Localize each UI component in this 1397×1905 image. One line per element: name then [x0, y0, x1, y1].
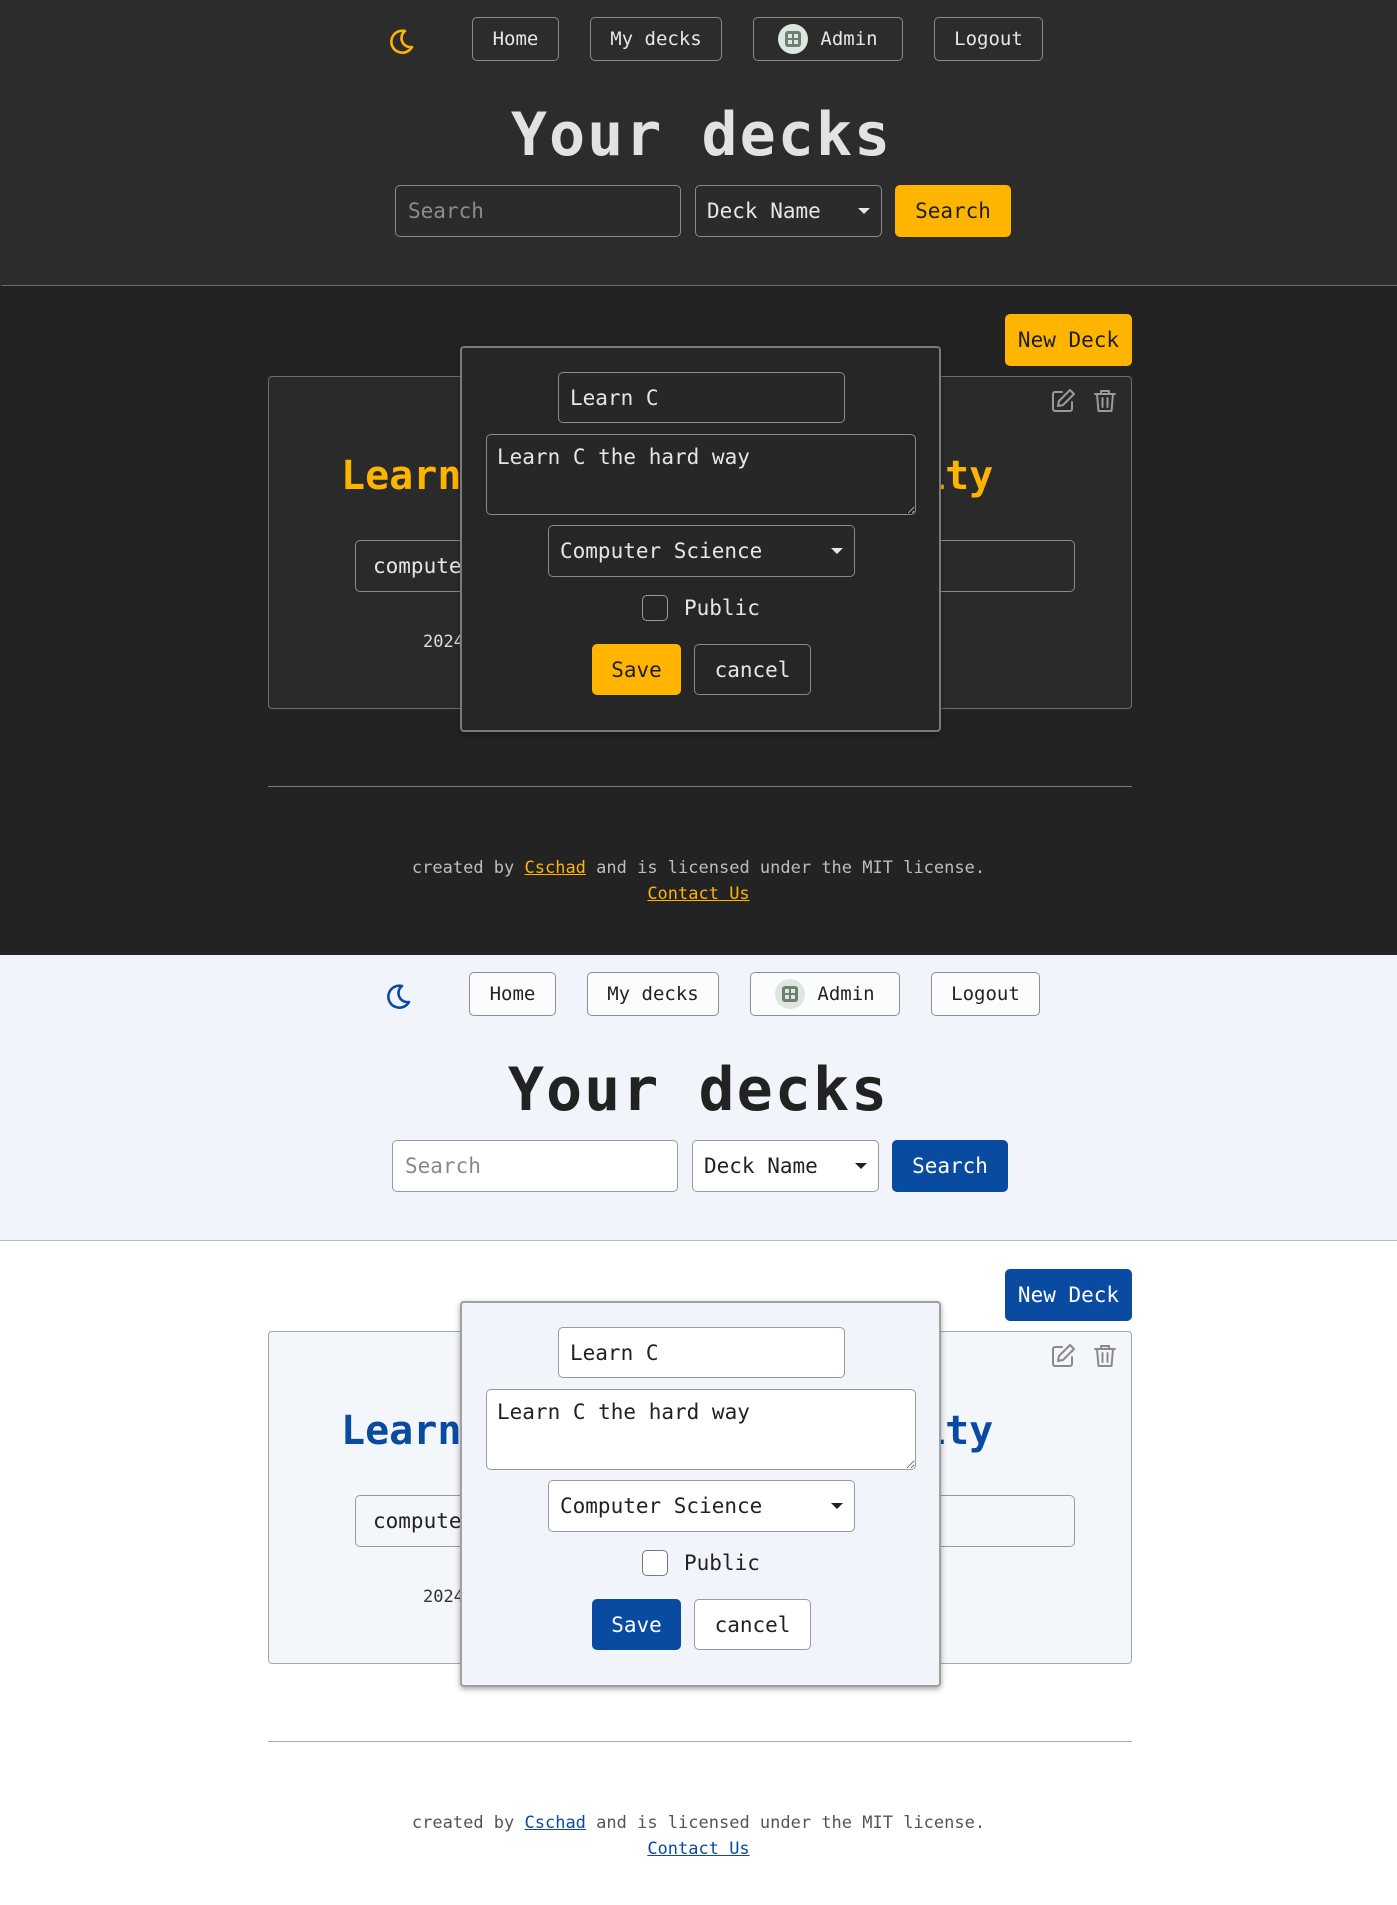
- admin-avatar-icon: [778, 24, 809, 54]
- footer-credit: created by Cschad and is licensed under …: [0, 1813, 1397, 1833]
- footer-suffix: and is licensed under the MIT license.: [585, 1813, 986, 1833]
- edit-deck-modal: Learn C the hard way Computer Science Pu…: [460, 346, 941, 732]
- footer-contact: Contact Us: [0, 884, 1397, 904]
- edit-icon[interactable]: [1049, 387, 1077, 415]
- trash-icon[interactable]: [1091, 387, 1119, 415]
- deck-name-input[interactable]: [558, 1327, 845, 1378]
- sort-select-value: Deck Name: [704, 1154, 818, 1178]
- footer-credit: created by Cschad and is licensed under …: [0, 858, 1397, 878]
- deck-card-date: 2024: [423, 632, 464, 652]
- footer-prefix: created by: [411, 1813, 525, 1833]
- edit-icon[interactable]: [1049, 1342, 1077, 1370]
- dark-theme-view: Home My decks Admin Logout Your decks De…: [0, 0, 1397, 955]
- nav-mydecks-label: My decks: [610, 28, 702, 50]
- sort-select[interactable]: Deck Name: [692, 1140, 879, 1192]
- deck-card-actions: [1049, 387, 1119, 415]
- chevron-down-icon: [831, 1503, 843, 1509]
- chevron-down-icon: [831, 548, 843, 554]
- nav-admin-label: Admin: [820, 28, 878, 50]
- chevron-down-icon: [855, 1163, 867, 1169]
- light-theme-view: Home My decks Admin Logout Your decks De…: [0, 955, 1397, 1905]
- footer-prefix: created by: [411, 858, 525, 878]
- page-title: Your decks: [507, 1055, 890, 1125]
- category-select-value: Computer Science: [560, 539, 763, 563]
- deck-card-date: 2024: [423, 1587, 464, 1607]
- nav-mydecks-button[interactable]: My decks: [590, 17, 722, 61]
- footer-divider: [268, 786, 1132, 787]
- public-checkbox[interactable]: [642, 1550, 668, 1576]
- nav-admin-button[interactable]: Admin: [750, 972, 900, 1016]
- main-content: New Deck Learn compute 2024 ity 5-23 Le: [0, 286, 1397, 955]
- deck-card-actions: [1049, 1342, 1119, 1370]
- deck-name-input[interactable]: [558, 372, 845, 423]
- chevron-down-icon: [858, 208, 870, 214]
- trash-icon[interactable]: [1091, 1342, 1119, 1370]
- new-deck-button[interactable]: New Deck: [1005, 1269, 1132, 1321]
- nav-logout-label: Logout: [954, 28, 1023, 50]
- footer-divider: [268, 1741, 1132, 1742]
- contact-us-link[interactable]: Contact Us: [647, 884, 749, 904]
- moon-icon[interactable]: [386, 26, 416, 56]
- cancel-button[interactable]: cancel: [694, 1599, 811, 1650]
- public-toggle: Public: [642, 595, 760, 621]
- main-content: New Deck Learn compute 2024 ity 5-23 Le: [0, 1241, 1397, 1905]
- nav-mydecks-label: My decks: [607, 983, 699, 1005]
- search-input[interactable]: [395, 185, 681, 237]
- public-checkbox[interactable]: [642, 595, 668, 621]
- page-header: Home My decks Admin Logout Your decks De…: [0, 955, 1397, 1241]
- save-button[interactable]: Save: [592, 1599, 681, 1650]
- page-title: Your decks: [510, 100, 893, 170]
- new-deck-button[interactable]: New Deck: [1005, 314, 1132, 366]
- category-select-value: Computer Science: [560, 1494, 763, 1518]
- footer-suffix: and is licensed under the MIT license.: [585, 858, 986, 878]
- nav-logout-button[interactable]: Logout: [934, 17, 1043, 61]
- search-input[interactable]: [392, 1140, 678, 1192]
- search-button[interactable]: Search: [895, 185, 1011, 237]
- nav-logout-label: Logout: [951, 983, 1020, 1005]
- admin-avatar-icon: [775, 979, 806, 1009]
- save-button[interactable]: Save: [592, 644, 681, 695]
- deck-description-textarea[interactable]: Learn C the hard way: [486, 434, 916, 515]
- deck-card-title[interactable]: Learn: [341, 1408, 461, 1454]
- nav-logout-button[interactable]: Logout: [931, 972, 1040, 1016]
- nav-home-label: Home: [492, 28, 539, 50]
- deck-card-title[interactable]: Learn: [341, 453, 461, 499]
- nav-home-button[interactable]: Home: [469, 972, 556, 1016]
- page-header: Home My decks Admin Logout Your decks De…: [0, 0, 1397, 286]
- author-link[interactable]: Cschad: [525, 858, 586, 878]
- nav-home-button[interactable]: Home: [472, 17, 559, 61]
- footer-contact: Contact Us: [0, 1839, 1397, 1859]
- edit-deck-modal: Learn C the hard way Computer Science Pu…: [460, 1301, 941, 1687]
- nav-mydecks-button[interactable]: My decks: [587, 972, 719, 1016]
- contact-us-link[interactable]: Contact Us: [647, 1839, 749, 1859]
- public-toggle: Public: [642, 1550, 760, 1576]
- author-link[interactable]: Cschad: [525, 1813, 586, 1833]
- cancel-button[interactable]: cancel: [694, 644, 811, 695]
- public-label: Public: [684, 596, 760, 620]
- nav-admin-button[interactable]: Admin: [753, 17, 903, 61]
- sort-select-value: Deck Name: [707, 199, 821, 223]
- nav-home-label: Home: [489, 983, 536, 1005]
- category-select[interactable]: Computer Science: [548, 525, 855, 577]
- sort-select[interactable]: Deck Name: [695, 185, 882, 237]
- deck-description-textarea[interactable]: Learn C the hard way: [486, 1389, 916, 1470]
- search-button[interactable]: Search: [892, 1140, 1008, 1192]
- nav-admin-label: Admin: [817, 983, 875, 1005]
- public-label: Public: [684, 1551, 760, 1575]
- moon-icon[interactable]: [383, 981, 413, 1011]
- category-select[interactable]: Computer Science: [548, 1480, 855, 1532]
